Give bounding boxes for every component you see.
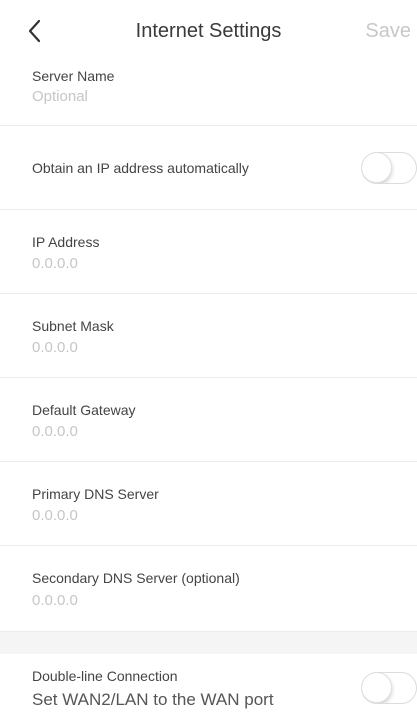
toggle-knob bbox=[362, 673, 392, 703]
primary-dns-row[interactable]: Primary DNS Server 0.0.0.0 bbox=[0, 462, 417, 546]
ip-address-input[interactable]: 0.0.0.0 bbox=[32, 255, 78, 272]
secondary-dns-input[interactable]: 0.0.0.0 bbox=[32, 592, 78, 609]
default-gateway-input[interactable]: 0.0.0.0 bbox=[32, 423, 78, 440]
double-line-label: Double-line Connection bbox=[32, 668, 178, 684]
server-name-row[interactable]: Server Name Optional bbox=[0, 58, 417, 126]
default-gateway-row[interactable]: Default Gateway 0.0.0.0 bbox=[0, 378, 417, 462]
double-line-toggle[interactable] bbox=[361, 672, 417, 704]
auto-ip-row: Obtain an IP address automatically bbox=[0, 126, 417, 210]
toggle-knob bbox=[362, 153, 392, 183]
double-line-description: Set WAN2/LAN to the WAN port bbox=[32, 690, 274, 709]
default-gateway-label: Default Gateway bbox=[32, 402, 136, 418]
primary-dns-input[interactable]: 0.0.0.0 bbox=[32, 507, 78, 524]
server-name-input[interactable]: Optional bbox=[32, 88, 88, 105]
section-divider bbox=[0, 632, 417, 654]
nav-bar: Internet Settings Save bbox=[0, 0, 417, 58]
page-title: Internet Settings bbox=[135, 20, 282, 42]
ip-address-label: IP Address bbox=[32, 234, 100, 250]
server-name-label: Server Name bbox=[32, 68, 115, 84]
double-line-row: Double-line Connection Set WAN2/LAN to t… bbox=[0, 654, 417, 722]
subnet-mask-label: Subnet Mask bbox=[32, 318, 114, 334]
subnet-mask-row[interactable]: Subnet Mask 0.0.0.0 bbox=[0, 294, 417, 378]
primary-dns-label: Primary DNS Server bbox=[32, 486, 159, 502]
auto-ip-label: Obtain an IP address automatically bbox=[32, 160, 249, 176]
ip-address-row[interactable]: IP Address 0.0.0.0 bbox=[0, 210, 417, 294]
auto-ip-toggle[interactable] bbox=[361, 152, 417, 184]
secondary-dns-label: Secondary DNS Server (optional) bbox=[32, 570, 240, 586]
subnet-mask-input[interactable]: 0.0.0.0 bbox=[32, 339, 78, 356]
save-button[interactable]: Save bbox=[365, 20, 411, 43]
secondary-dns-row[interactable]: Secondary DNS Server (optional) 0.0.0.0 bbox=[0, 546, 417, 632]
